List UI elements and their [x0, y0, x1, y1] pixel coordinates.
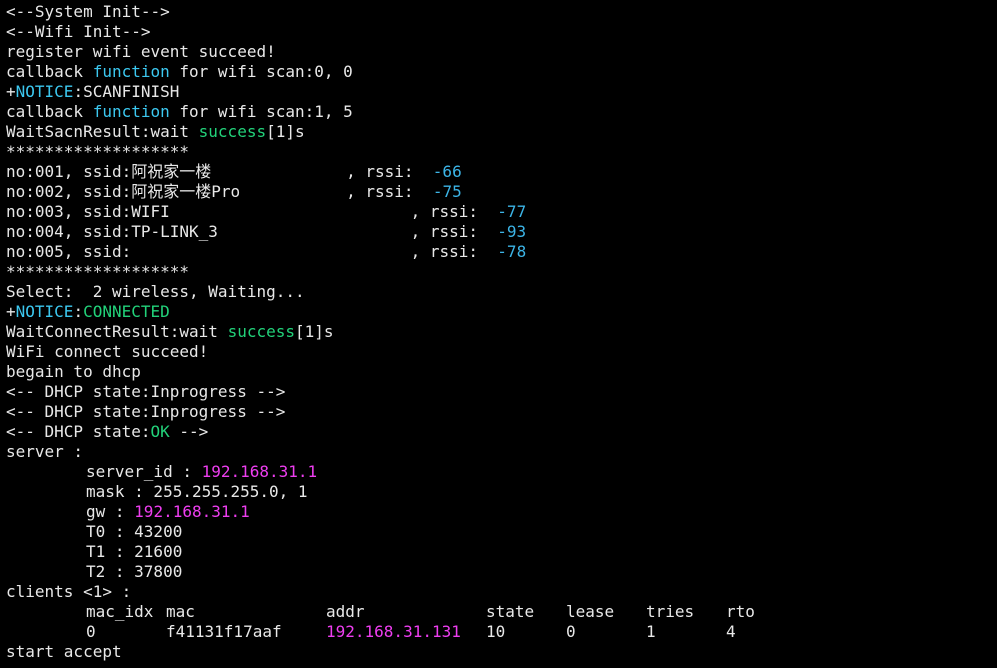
text-segment: :SCANFINISH: [73, 82, 180, 101]
gateway-label: gw :: [86, 502, 135, 521]
server-id-label: server_id :: [86, 462, 202, 481]
log-line-register-event: register wifi event succeed!: [6, 42, 276, 61]
scan-result-row: no:001, ssid:阿祝家一楼 , rssi: -66: [6, 162, 991, 182]
text-segment: [1]s: [295, 322, 334, 341]
gateway-line: gw : 192.168.31.1: [6, 502, 991, 522]
clients-table-row: 0 f41131f17aaf 192.168.31.131 10 0 1 4: [6, 622, 991, 642]
scan-pad: [131, 242, 410, 261]
text-segment: callback: [6, 62, 93, 81]
log-line-select: Select: 2 wireless, Waiting...: [6, 282, 305, 301]
terminal-window[interactable]: <--System Init--> <--Wifi Init--> regist…: [0, 0, 997, 668]
scan-pad: [218, 222, 411, 241]
log-line-wait-connect: WaitConnectResult:wait success[1]s: [6, 322, 991, 342]
log-line-wifi-init: <--Wifi Init-->: [6, 22, 151, 41]
text-segment: for wifi scan:0, 0: [169, 62, 353, 81]
scan-rssi-label: , rssi:: [346, 162, 433, 181]
table-cell: 4: [726, 622, 736, 641]
keyword-success: success: [198, 122, 267, 141]
keyword-success: success: [227, 322, 295, 341]
text-segment: callback: [6, 102, 93, 121]
log-line-dhcp-ok: <-- DHCP state:OK -->: [6, 422, 991, 442]
gateway-value: 192.168.31.1: [134, 502, 250, 521]
log-line-notice-scanfinish: +NOTICE:SCANFINISH: [6, 82, 991, 102]
scan-ssid: no:003, ssid:WIFI: [6, 202, 170, 221]
log-line-dhcp-state: <-- DHCP state:Inprogress -->: [6, 382, 286, 401]
scan-ssid: no:001, ssid:阿祝家一楼: [6, 162, 212, 181]
scan-pad: [211, 162, 346, 181]
log-line-start-accept: start accept: [6, 642, 122, 661]
log-line-server: server :: [6, 442, 84, 461]
scan-rssi-label: , rssi:: [410, 202, 498, 221]
column-header: addr: [326, 602, 365, 621]
server-id-value: 192.168.31.1: [201, 462, 318, 481]
keyword-notice: NOTICE: [15, 82, 74, 101]
scan-rssi-value: -77: [497, 202, 527, 221]
table-cell: 0: [86, 622, 96, 641]
scan-pad: [170, 202, 411, 221]
log-line-callback-scan-1: callback function for wifi scan:0, 0: [6, 62, 991, 82]
column-header: lease: [566, 602, 615, 621]
log-line-clients: clients <1> :: [6, 582, 132, 601]
scan-ssid: no:005, ssid:: [6, 242, 132, 261]
keyword-ok: OK: [150, 422, 170, 441]
clients-table-header: mac_idx mac addr state lease tries rto: [6, 602, 991, 622]
log-line-wifi-connect: WiFi connect succeed!: [6, 342, 209, 361]
keyword-function: function: [92, 102, 170, 121]
scan-rssi-value: -66: [432, 162, 462, 181]
server-id-line: server_id : 192.168.31.1: [6, 462, 991, 482]
table-cell: 10: [486, 622, 506, 641]
text-segment: [1]s: [266, 122, 305, 141]
column-header: rto: [726, 602, 755, 621]
scan-ssid: no:002, ssid:阿祝家一楼Pro: [6, 182, 241, 201]
t1-line: T1 : 21600: [86, 542, 183, 561]
keyword-connected: CONNECTED: [83, 302, 170, 321]
text-segment: WaitSacnResult:wait: [6, 122, 199, 141]
scan-rssi-label: , rssi:: [346, 182, 433, 201]
scan-rssi-value: -75: [432, 182, 462, 201]
scan-result-row: no:004, ssid:TP-LINK_3 , rssi: -93: [6, 222, 991, 242]
log-line-system-init: <--System Init-->: [6, 2, 170, 21]
mask-line: mask : 255.255.255.0, 1: [86, 482, 308, 501]
text-segment: :: [73, 302, 84, 321]
scan-rssi-label: , rssi:: [410, 222, 498, 241]
table-cell: f41131f17aaf: [166, 622, 282, 641]
log-line-begin-dhcp: begain to dhcp: [6, 362, 141, 381]
log-line-wait-scan: WaitSacnResult:wait success[1]s: [6, 122, 991, 142]
scan-result-row: no:005, ssid: , rssi: -78: [6, 242, 991, 262]
scan-result-row: no:003, ssid:WIFI , rssi: -77: [6, 202, 991, 222]
keyword-notice: NOTICE: [15, 302, 74, 321]
scan-rssi-value: -93: [497, 222, 527, 241]
log-line-callback-scan-2: callback function for wifi scan:1, 5: [6, 102, 991, 122]
text-segment: WaitConnectResult:wait: [6, 322, 228, 341]
table-cell: 0: [566, 622, 576, 641]
t0-line: T0 : 43200: [86, 522, 183, 541]
text-segment: for wifi scan:1, 5: [169, 102, 353, 121]
separator-stars: *******************: [6, 262, 190, 281]
log-line-notice-connected: +NOTICE:CONNECTED: [6, 302, 991, 322]
separator-stars: *******************: [6, 142, 190, 161]
text-segment: -->: [169, 422, 209, 441]
column-header: mac: [166, 602, 195, 621]
keyword-function: function: [92, 62, 170, 81]
table-cell-addr: 192.168.31.131: [326, 622, 461, 641]
column-header: state: [486, 602, 535, 621]
scan-rssi-value: -78: [497, 242, 527, 261]
terminal-cursor: [0, 660, 2, 668]
scan-rssi-label: , rssi:: [410, 242, 498, 261]
scan-result-row: no:002, ssid:阿祝家一楼Pro , rssi: -75: [6, 182, 991, 202]
column-header: mac_idx: [86, 602, 154, 621]
table-cell: 1: [646, 622, 656, 641]
text-segment: <-- DHCP state:: [6, 422, 151, 441]
text-segment: +: [6, 302, 16, 321]
text-segment: +: [6, 82, 16, 101]
t2-line: T2 : 37800: [86, 562, 183, 581]
scan-pad: [240, 182, 346, 201]
column-header: tries: [646, 602, 695, 621]
scan-ssid: no:004, ssid:TP-LINK_3: [6, 222, 218, 241]
log-line-dhcp-state: <-- DHCP state:Inprogress -->: [6, 402, 286, 421]
